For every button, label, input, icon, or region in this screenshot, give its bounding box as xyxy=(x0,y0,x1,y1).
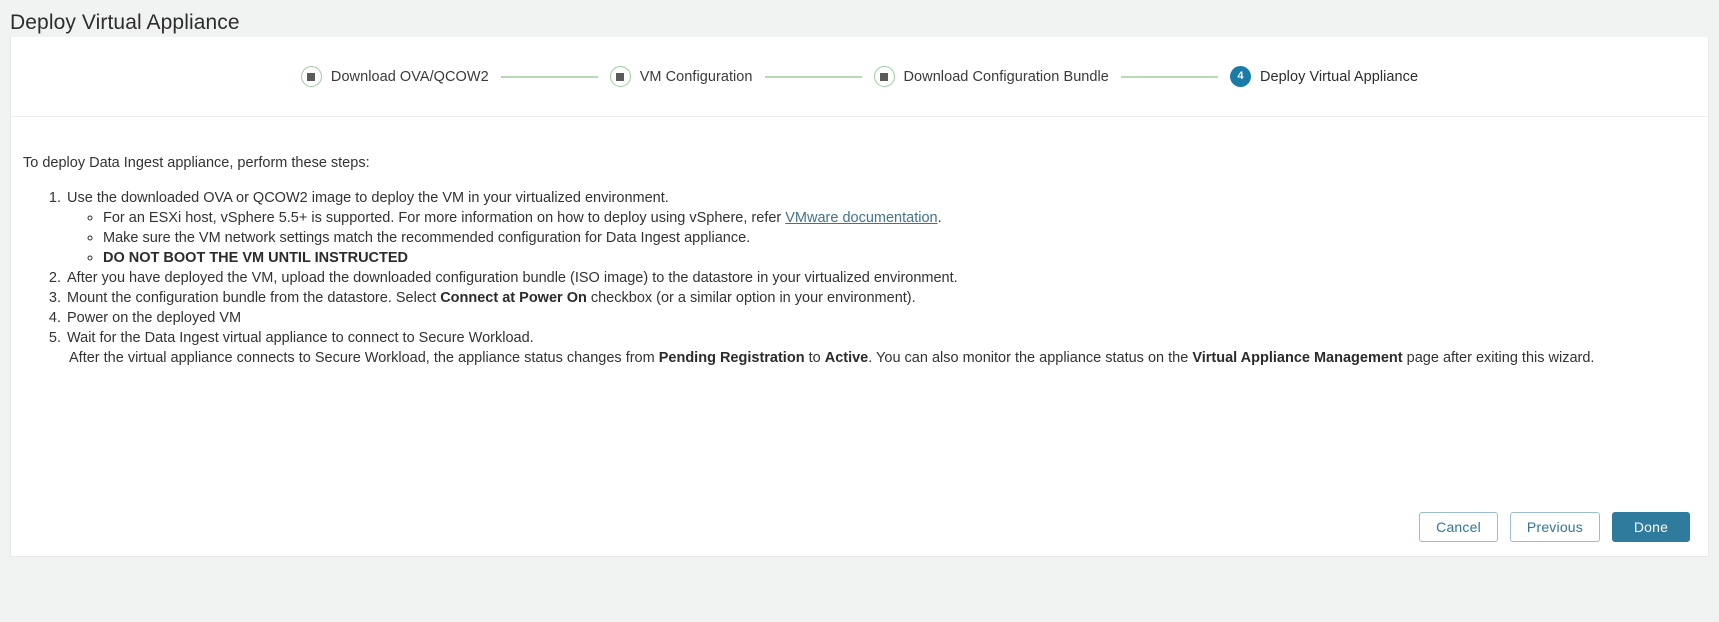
stepper-step-vm-configuration[interactable]: VM Configuration xyxy=(609,66,753,87)
stepper-step-deploy-virtual-appliance[interactable]: 4 Deploy Virtual Appliance xyxy=(1229,66,1419,87)
wizard-stepper: Download OVA/QCOW2 VM Configuration Down… xyxy=(11,37,1708,117)
list-item-text: Make sure the VM network settings match … xyxy=(103,229,751,246)
stepper-connector xyxy=(500,75,598,78)
list-item-text-suffix: . xyxy=(937,209,942,226)
step-number-icon: 4 xyxy=(1229,66,1251,87)
square-marker-icon xyxy=(873,66,895,87)
stepper-connector xyxy=(1120,75,1218,78)
list-item-text: Mount the configuration bundle from the … xyxy=(67,289,441,306)
wizard-content: To deploy Data Ingest appliance, perform… xyxy=(11,117,1708,556)
virtual-appliance-management-emphasis: Virtual Appliance Management xyxy=(1192,350,1403,366)
list-item: Use the downloaded OVA or QCOW2 image to… xyxy=(65,189,1708,268)
connect-at-power-on-emphasis: Connect at Power On xyxy=(440,289,587,306)
wizard-card: Download OVA/QCOW2 VM Configuration Down… xyxy=(10,37,1709,557)
followup-text: . You can also monitor the appliance sta… xyxy=(868,350,1193,366)
list-item: For an ESXi host, vSphere 5.5+ is suppor… xyxy=(103,209,1708,229)
list-item: DO NOT BOOT THE VM UNTIL INSTRUCTED xyxy=(103,249,1708,269)
list-item: Wait for the Data Ingest virtual applian… xyxy=(65,329,1708,369)
square-marker-icon xyxy=(609,66,631,87)
instructions-intro: To deploy Data Ingest appliance, perform… xyxy=(23,155,370,171)
pending-registration-emphasis: Pending Registration xyxy=(658,350,805,366)
cancel-button[interactable]: Cancel xyxy=(1419,512,1498,542)
instructions-list: Use the downloaded OVA or QCOW2 image to… xyxy=(11,189,1708,369)
list-item: Power on the deployed VM xyxy=(65,309,1708,329)
list-item-text: For an ESXi host, vSphere 5.5+ is suppor… xyxy=(103,209,786,226)
wizard-footer: Cancel Previous Done xyxy=(1419,512,1690,542)
vmware-documentation-link[interactable]: VMware documentation xyxy=(785,210,937,226)
list-item-text: Use the downloaded OVA or QCOW2 image to… xyxy=(67,190,669,206)
list-item-text: checkbox (or a similar option in your en… xyxy=(586,289,916,306)
list-item: Make sure the VM network settings match … xyxy=(103,229,1708,249)
followup-text: to xyxy=(804,350,825,366)
stepper-track: Download OVA/QCOW2 VM Configuration Down… xyxy=(300,66,1419,87)
stepper-step-download-configuration-bundle[interactable]: Download Configuration Bundle xyxy=(873,66,1109,87)
followup-text: page after exiting this wizard. xyxy=(1402,350,1595,366)
list-item-followup: After the virtual appliance connects to … xyxy=(67,349,1708,369)
followup-text: After the virtual appliance connects to … xyxy=(69,350,659,366)
stepper-step-download-ova[interactable]: Download OVA/QCOW2 xyxy=(300,66,489,87)
list-item: Mount the configuration bundle from the … xyxy=(65,289,1708,309)
stepper-step-label: VM Configuration xyxy=(639,68,753,85)
previous-button[interactable]: Previous xyxy=(1509,512,1600,542)
stepper-connector xyxy=(764,75,862,78)
active-emphasis: Active xyxy=(824,350,869,366)
list-item-text: Power on the deployed VM xyxy=(67,309,242,326)
stepper-step-label: Download Configuration Bundle xyxy=(903,68,1109,85)
list-item-text: After you have deployed the VM, upload t… xyxy=(67,269,958,286)
list-item-text: Wait for the Data Ingest virtual applian… xyxy=(67,329,534,346)
list-item-warning-text: DO NOT BOOT THE VM UNTIL INSTRUCTED xyxy=(103,249,409,266)
instructions-sublist: For an ESXi host, vSphere 5.5+ is suppor… xyxy=(67,209,1708,269)
stepper-step-label: Deploy Virtual Appliance xyxy=(1259,68,1419,85)
square-marker-icon xyxy=(300,66,322,87)
done-button[interactable]: Done xyxy=(1612,512,1690,542)
page-title: Deploy Virtual Appliance xyxy=(10,11,240,34)
stepper-step-label: Download OVA/QCOW2 xyxy=(330,68,489,85)
list-item: After you have deployed the VM, upload t… xyxy=(65,269,1708,289)
